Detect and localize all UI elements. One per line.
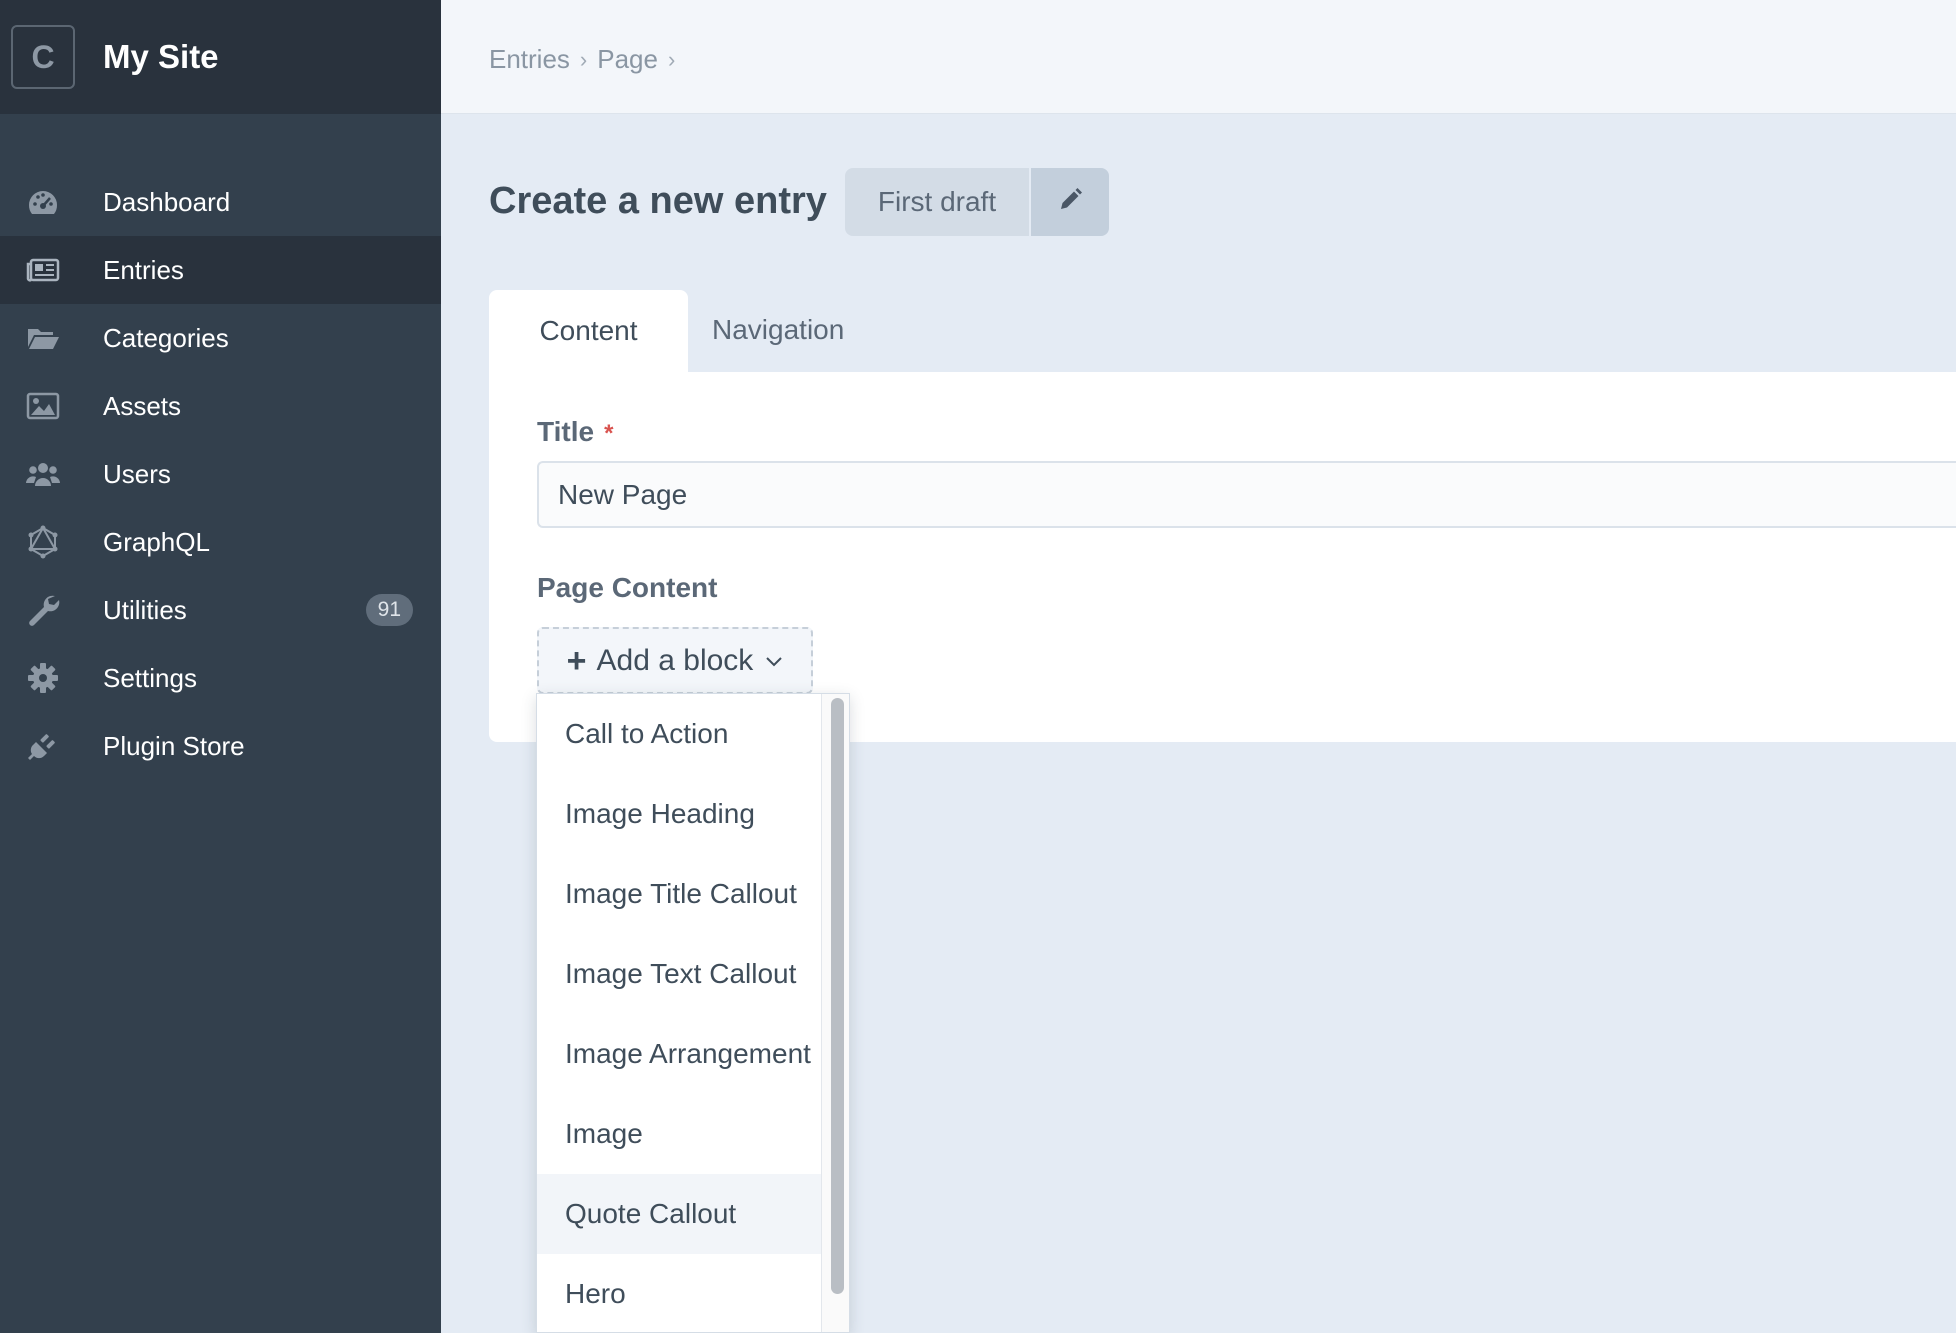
- sidebar-item-label: Entries: [103, 254, 184, 285]
- sidebar-item-settings[interactable]: Settings: [0, 644, 441, 712]
- menu-item-image-heading[interactable]: Image Heading: [537, 774, 821, 854]
- menu-item-image-arrangement[interactable]: Image Arrangement: [537, 1014, 821, 1094]
- site-logo[interactable]: C: [11, 25, 75, 89]
- sidebar-nav: Dashboard Entries Categories Assets User…: [0, 168, 441, 780]
- title-field-label: Title *: [537, 416, 613, 448]
- sidebar-header: C My Site: [0, 0, 441, 114]
- tab-content[interactable]: Content: [489, 290, 688, 372]
- top-bar: Entries › Page ›: [441, 0, 1956, 114]
- sidebar-item-label: Utilities: [103, 594, 187, 625]
- sidebar-item-label: Dashboard: [103, 186, 231, 217]
- image-icon: [24, 387, 62, 425]
- menu-item-image-text-callout[interactable]: Image Text Callout: [537, 934, 821, 1014]
- wrench-icon: [24, 591, 62, 629]
- utilities-count-badge: 91: [365, 594, 413, 626]
- title-label-text: Title: [537, 416, 595, 447]
- menu-item-quote-callout[interactable]: Quote Callout: [537, 1174, 821, 1254]
- graphql-icon: [24, 523, 62, 561]
- sidebar-item-label: GraphQL: [103, 526, 210, 557]
- sidebar-item-users[interactable]: Users: [0, 440, 441, 508]
- pencil-icon: [1057, 187, 1083, 218]
- gear-icon: [24, 659, 62, 697]
- sidebar-item-utilities[interactable]: Utilities 91: [0, 576, 441, 644]
- menu-item-hero[interactable]: Hero: [537, 1254, 821, 1332]
- sidebar-item-label: Plugin Store: [103, 730, 245, 761]
- sidebar: C My Site Dashboard Entries Categories A…: [0, 0, 441, 1333]
- menu-scrollbar-thumb[interactable]: [831, 698, 844, 1294]
- sidebar-item-categories[interactable]: Categories: [0, 304, 441, 372]
- breadcrumb-separator: ›: [667, 46, 676, 72]
- sidebar-item-entries[interactable]: Entries: [0, 236, 441, 304]
- sidebar-item-plugin-store[interactable]: Plugin Store: [0, 712, 441, 780]
- breadcrumb: Entries › Page ›: [489, 44, 685, 75]
- add-block-menu: Call to Action Image Heading Image Title…: [536, 693, 850, 1333]
- chevron-down-icon: [765, 655, 783, 667]
- users-icon: [24, 455, 62, 493]
- sidebar-item-label: Assets: [103, 390, 182, 421]
- page-content-label: Page Content: [537, 572, 718, 603]
- site-name[interactable]: My Site: [103, 38, 219, 76]
- sidebar-item-label: Settings: [103, 662, 197, 693]
- menu-item-call-to-action[interactable]: Call to Action: [537, 694, 821, 774]
- draft-name-button[interactable]: First draft: [845, 168, 1029, 236]
- sidebar-item-dashboard[interactable]: Dashboard: [0, 168, 441, 236]
- sidebar-item-label: Categories: [103, 322, 229, 353]
- page-title: Create a new entry: [489, 180, 827, 222]
- plug-icon: [24, 727, 62, 765]
- sidebar-item-graphql[interactable]: GraphQL: [0, 508, 441, 576]
- required-indicator: *: [604, 420, 614, 447]
- menu-scrollbar[interactable]: [821, 694, 849, 1332]
- title-input[interactable]: [537, 461, 1956, 528]
- breadcrumb-page-link[interactable]: Page: [597, 44, 658, 75]
- add-block-button[interactable]: + Add a block: [537, 627, 813, 694]
- menu-item-image[interactable]: Image: [537, 1094, 821, 1174]
- sidebar-item-label: Users: [103, 458, 171, 489]
- breadcrumb-separator: ›: [579, 46, 588, 72]
- edit-draft-button[interactable]: [1031, 168, 1109, 236]
- add-block-label: Add a block: [596, 643, 754, 677]
- breadcrumb-entries-link[interactable]: Entries: [489, 44, 570, 75]
- menu-item-image-title-callout[interactable]: Image Title Callout: [537, 854, 821, 934]
- dashboard-icon: [24, 183, 62, 221]
- folder-open-icon: [24, 319, 62, 357]
- tab-navigation[interactable]: Navigation: [712, 314, 844, 346]
- sidebar-item-assets[interactable]: Assets: [0, 372, 441, 440]
- plus-icon: +: [566, 641, 587, 680]
- newspaper-icon: [24, 251, 62, 289]
